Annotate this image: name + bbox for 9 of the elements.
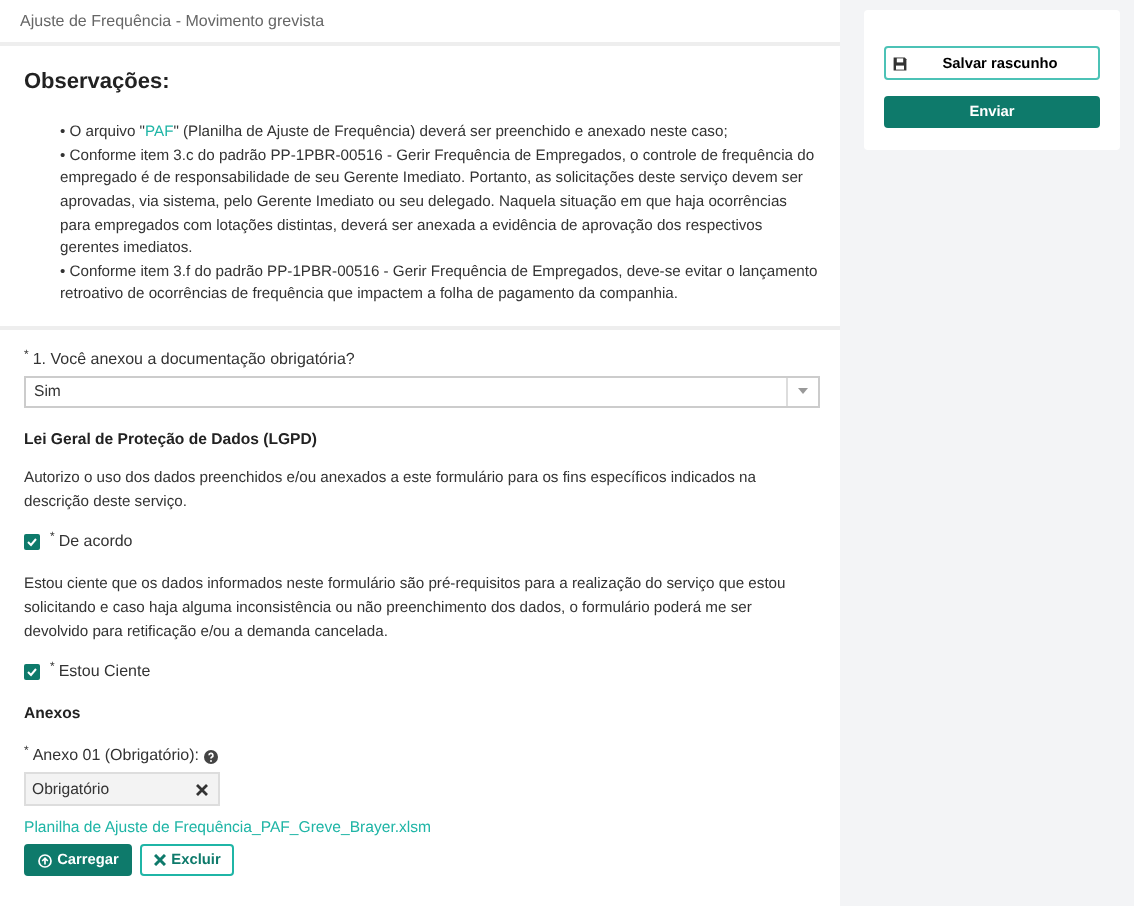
checkbox[interactable] — [24, 663, 40, 680]
help-icon[interactable] — [203, 749, 217, 764]
close-icon — [153, 854, 166, 866]
upload-icon — [37, 853, 52, 867]
close-icon[interactable] — [196, 783, 208, 796]
checkbox[interactable] — [24, 533, 40, 550]
breadcrumb: Ajuste de Frequência - Movimento grevista — [0, 0, 840, 46]
caret-icon — [798, 388, 808, 395]
section-title: Observações: — [24, 70, 172, 97]
